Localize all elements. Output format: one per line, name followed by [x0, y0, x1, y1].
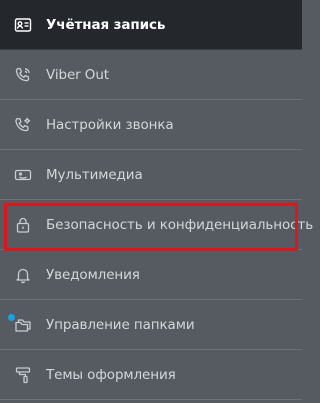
- menu-item-label: Безопасность и конфиденциальность: [46, 216, 314, 233]
- phone-out-icon: [14, 66, 32, 84]
- menu-item-label: Учётная запись: [46, 16, 166, 33]
- menu-item-security-privacy[interactable]: Безопасность и конфиденциальность: [0, 200, 313, 250]
- menu-item-label: Мультимедиа: [46, 166, 143, 183]
- folders-icon: [14, 316, 32, 334]
- multimedia-icon: [14, 166, 32, 184]
- menu-item-folder-management[interactable]: Управление папками: [0, 300, 302, 350]
- menu-item-multimedia[interactable]: Мультимедиа: [0, 150, 302, 200]
- menu-item-notifications[interactable]: Уведомления: [0, 250, 302, 300]
- unread-dot-badge: [8, 314, 15, 321]
- menu-item-label: Управление папками: [46, 316, 195, 333]
- menu-item-call-settings[interactable]: Настройки звонка: [0, 100, 302, 150]
- menu-item-account[interactable]: Учётная запись: [0, 0, 302, 50]
- menu-item-label: Уведомления: [46, 266, 140, 283]
- paint-roller-icon: [14, 366, 32, 384]
- lock-icon: [14, 216, 32, 234]
- menu-item-viber-out[interactable]: Viber Out: [0, 50, 302, 100]
- menu-item-label: Viber Out: [46, 66, 109, 83]
- call-settings-icon: [14, 116, 32, 134]
- menu-item-label: Настройки звонка: [46, 116, 174, 133]
- account-card-icon: [14, 16, 32, 34]
- menu-item-label: Темы оформления: [46, 366, 176, 383]
- settings-menu: Учётная запись Viber Out Настройки звонк…: [0, 0, 313, 403]
- menu-item-themes[interactable]: Темы оформления: [0, 350, 302, 400]
- bell-icon: [14, 266, 32, 284]
